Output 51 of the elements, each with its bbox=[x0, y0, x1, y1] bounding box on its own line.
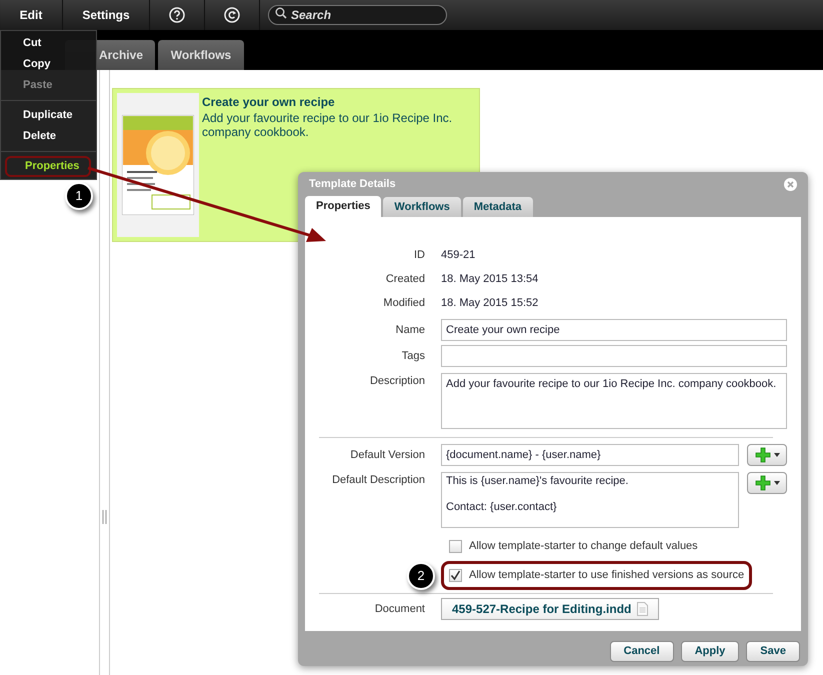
close-icon bbox=[787, 180, 794, 188]
text-field[interactable]: {document.name} - {user.name} bbox=[441, 444, 739, 466]
dialog-button[interactable]: Save bbox=[746, 641, 800, 662]
text-area[interactable]: This is {user.name}'s favourite recipe. Contact: {user.contact} bbox=[441, 472, 739, 528]
plus-icon bbox=[754, 475, 770, 491]
dialog-tab[interactable]: Properties bbox=[305, 196, 382, 217]
field-label: Description bbox=[368, 374, 425, 389]
text-field[interactable]: Create your own recipe bbox=[441, 319, 787, 341]
menu-item[interactable]: Duplicate bbox=[5, 105, 91, 126]
checkbox[interactable] bbox=[449, 540, 462, 553]
dialog-title: Template Details bbox=[309, 176, 396, 192]
field-label: Modified bbox=[382, 296, 425, 311]
plus-icon bbox=[754, 447, 770, 463]
field-label: Tags bbox=[400, 348, 425, 364]
field-label: Default Version bbox=[349, 448, 425, 463]
field-label: Name bbox=[394, 322, 425, 338]
main-tab[interactable]: Workflows bbox=[158, 40, 244, 70]
dialog-button[interactable]: Apply bbox=[680, 641, 740, 662]
search-icon bbox=[275, 7, 287, 19]
check-icon bbox=[450, 570, 461, 581]
dialog-tab[interactable]: Metadata bbox=[462, 197, 533, 217]
dialog-tab[interactable]: Workflows bbox=[383, 197, 461, 217]
field-label: ID bbox=[413, 248, 425, 263]
field-label: Created bbox=[384, 272, 425, 287]
text-field[interactable] bbox=[441, 345, 787, 367]
template-description: Add your favourite recipe to our 1io Recipe Inc. company cookbook. bbox=[202, 111, 454, 139]
caret-icon bbox=[774, 481, 780, 485]
field-label: Default Description bbox=[331, 473, 425, 488]
dialog-button[interactable]: Cancel bbox=[610, 641, 674, 662]
document-button[interactable]: 459-527-Recipe for Editing.indd bbox=[441, 598, 660, 620]
text-area[interactable]: Add your favourite recipe to our 1io Recipe Inc. company cookbook. bbox=[441, 373, 787, 429]
checkbox-option[interactable]: Allow template-starter to change default values bbox=[441, 532, 706, 561]
insert-button[interactable] bbox=[747, 472, 787, 494]
menu-item[interactable]: Delete bbox=[5, 126, 91, 147]
field-value: 18. May 2015 15:52 bbox=[441, 296, 538, 311]
template-title: Create your own recipe bbox=[202, 94, 336, 111]
caret-icon bbox=[774, 453, 780, 457]
field-label: Document bbox=[374, 602, 425, 617]
close-button[interactable] bbox=[784, 178, 797, 190]
insert-button[interactable] bbox=[747, 444, 787, 466]
callout-number: 1 bbox=[65, 182, 93, 210]
checkbox-option[interactable]: Allow template-starter to use finished versions as source bbox=[441, 561, 752, 590]
callout-number: 2 bbox=[407, 562, 435, 590]
field-value: 459-21 bbox=[441, 248, 476, 263]
field-value: 18. May 2015 13:54 bbox=[441, 272, 538, 287]
help-icon bbox=[169, 7, 185, 23]
document-icon bbox=[637, 602, 648, 616]
checkbox[interactable] bbox=[449, 569, 462, 582]
menu-item[interactable]: Properties bbox=[5, 156, 91, 177]
resize-handle-icon[interactable] bbox=[102, 510, 107, 524]
search-field[interactable]: Search bbox=[268, 5, 447, 25]
